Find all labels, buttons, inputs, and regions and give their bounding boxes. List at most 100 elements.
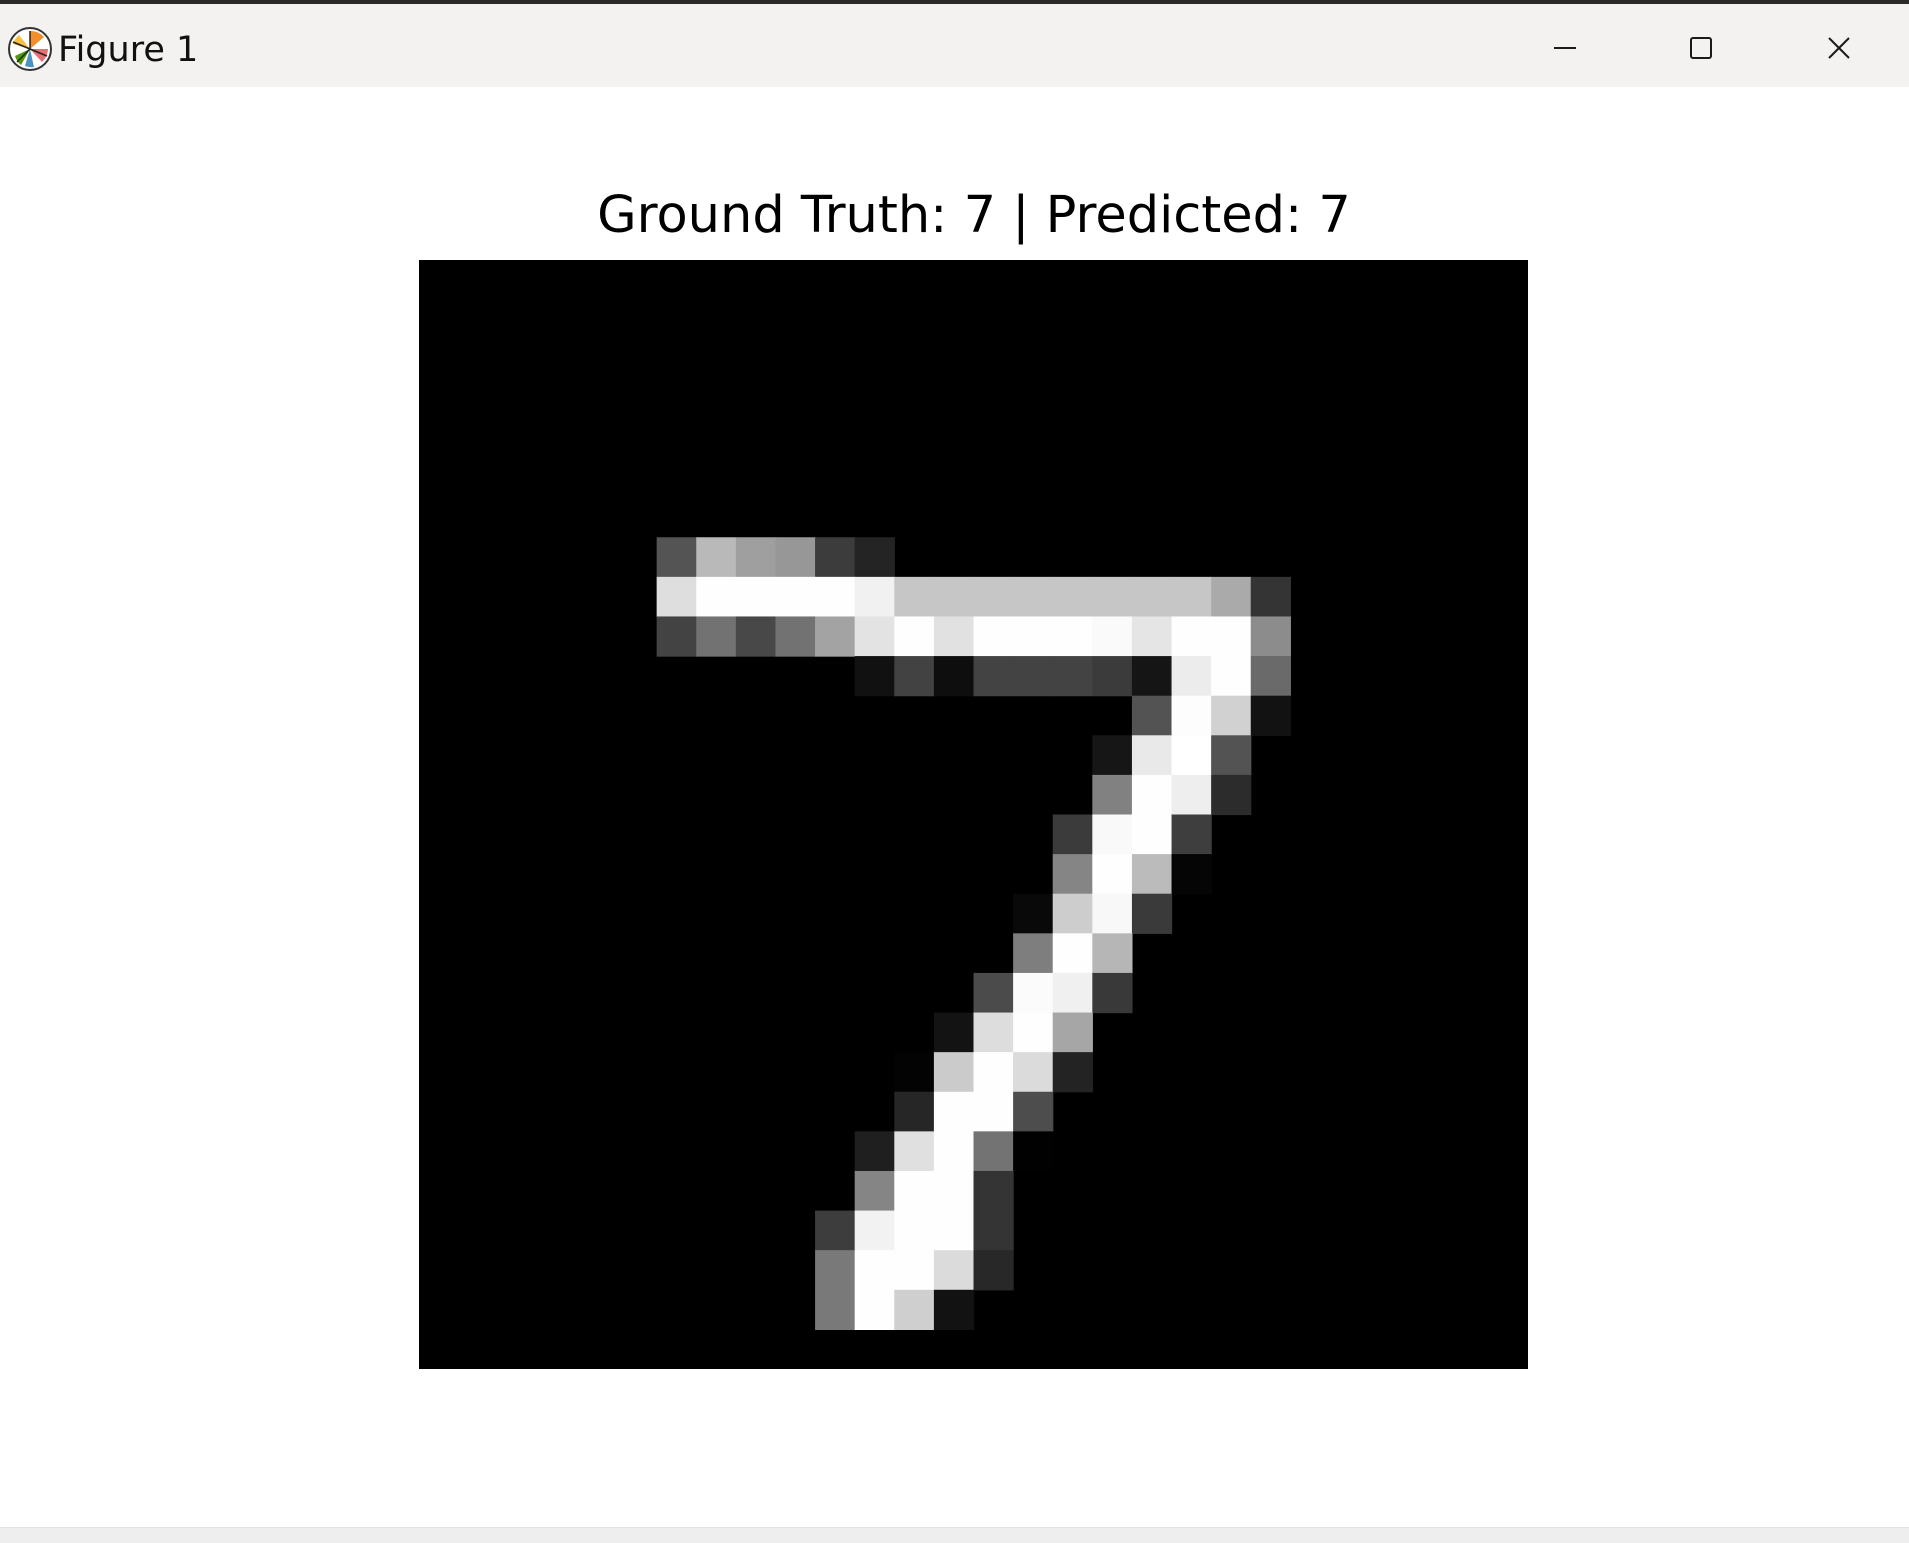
pixel-r25-c12: [894, 1250, 935, 1291]
maximize-button[interactable]: [1633, 12, 1769, 84]
pixel-r8-c20: [1211, 576, 1252, 618]
pixel-r7-c9: [775, 537, 816, 578]
pixel-r13-c19: [1171, 774, 1212, 816]
pixel-r10-c16: [1052, 656, 1093, 697]
pixel-r9-c14: [973, 616, 1014, 657]
pixel-r8-c6: [656, 576, 697, 618]
pixel-r16-c16: [1052, 893, 1093, 934]
pixel-grid: [656, 537, 1291, 1330]
pixel-r26-c13: [933, 1289, 975, 1330]
pixel-r9-c13: [933, 616, 975, 657]
pixel-r7-c7: [696, 537, 737, 578]
pixel-r26-c11: [854, 1289, 895, 1330]
pixel-r9-c8: [735, 616, 777, 657]
pixel-r10-c11: [854, 656, 895, 697]
pixel-r8-c7: [696, 576, 737, 618]
pixel-r8-c19: [1171, 576, 1212, 618]
pixel-r9-c11: [854, 616, 895, 657]
pixel-r9-c21: [1250, 616, 1291, 657]
pixel-r10-c12: [894, 656, 935, 697]
pixel-r13-c18: [1131, 774, 1173, 816]
pixel-r10-c15: [1013, 656, 1054, 697]
pixel-r11-c19: [1171, 695, 1212, 736]
pixel-r9-c17: [1092, 616, 1133, 657]
minimize-button[interactable]: [1497, 12, 1633, 84]
pixel-r26-c10: [815, 1289, 856, 1330]
pixel-r14-c19: [1171, 814, 1212, 855]
pixel-r21-c12: [894, 1091, 935, 1132]
pixel-r16-c17: [1092, 893, 1133, 934]
pixel-r9-c12: [894, 616, 935, 657]
pixel-r8-c18: [1131, 576, 1173, 618]
figure-window: Figure 1 Ground Truth: 7 | Predicted: 7: [0, 0, 1909, 1543]
pixel-r20-c16: [1052, 1052, 1093, 1093]
pixel-r9-c15: [1013, 616, 1054, 657]
pixel-r21-c15: [1013, 1091, 1054, 1132]
title-bar[interactable]: Figure 1: [0, 0, 1909, 87]
pixel-r8-c9: [775, 576, 816, 618]
pixel-r10-c20: [1211, 656, 1252, 697]
minimize-icon: [1554, 47, 1576, 49]
pixel-r14-c18: [1131, 814, 1173, 855]
pixel-r20-c14: [973, 1052, 1014, 1093]
pixel-r10-c14: [973, 656, 1014, 697]
pixel-r23-c11: [854, 1170, 895, 1212]
pixel-r18-c17: [1092, 972, 1133, 1014]
pixel-r24-c14: [973, 1210, 1014, 1251]
pixel-r9-c7: [696, 616, 737, 657]
pixel-r8-c13: [933, 576, 975, 618]
pixel-r9-c9: [775, 616, 816, 657]
pixel-r10-c19: [1171, 656, 1212, 697]
close-icon: [1828, 37, 1850, 59]
pixel-r9-c6: [656, 616, 697, 657]
pixel-r22-c15: [1013, 1131, 1054, 1172]
pixel-r21-c13: [933, 1091, 975, 1132]
pixel-r10-c13: [933, 656, 975, 697]
pixel-r8-c15: [1013, 576, 1054, 618]
pixel-r19-c15: [1013, 1012, 1054, 1053]
pixel-r8-c8: [735, 576, 777, 618]
pixel-r9-c16: [1052, 616, 1093, 657]
pixel-r10-c17: [1092, 656, 1133, 697]
pixel-r9-c20: [1211, 616, 1252, 657]
pixel-r23-c12: [894, 1170, 935, 1212]
pixel-r11-c20: [1211, 695, 1252, 736]
pixel-r13-c17: [1092, 774, 1133, 816]
pixel-r11-c21: [1250, 695, 1291, 736]
pixel-r22-c13: [933, 1131, 975, 1172]
pixel-r8-c17: [1092, 576, 1133, 618]
pixel-r7-c10: [815, 537, 856, 578]
pixel-r8-c14: [973, 576, 1014, 618]
pixel-r12-c19: [1171, 735, 1212, 776]
pixel-r19-c13: [933, 1012, 975, 1053]
pixel-r10-c18: [1131, 656, 1173, 697]
status-bar: [0, 1527, 1909, 1543]
pixel-r8-c16: [1052, 576, 1093, 618]
pixel-r15-c17: [1092, 854, 1133, 895]
pixel-r21-c14: [973, 1091, 1014, 1132]
pixel-r14-c17: [1092, 814, 1133, 855]
pixel-r15-c18: [1131, 854, 1173, 895]
pixel-r12-c17: [1092, 735, 1133, 776]
pixel-r24-c13: [933, 1210, 975, 1251]
maximize-icon: [1690, 37, 1712, 59]
pixel-r14-c16: [1052, 814, 1093, 855]
close-button[interactable]: [1771, 12, 1907, 84]
pixel-r8-c12: [894, 576, 935, 618]
pixel-r12-c20: [1211, 735, 1252, 776]
pixel-r17-c15: [1013, 933, 1054, 974]
pixel-r16-c15: [1013, 893, 1054, 934]
pixel-r22-c14: [973, 1131, 1014, 1172]
pixel-r20-c15: [1013, 1052, 1054, 1093]
pixel-r24-c12: [894, 1210, 935, 1251]
pixel-r7-c8: [735, 537, 777, 578]
pixel-r9-c19: [1171, 616, 1212, 657]
plot-title: Ground Truth: 7 | Predicted: 7: [597, 186, 1351, 245]
pixel-r22-c11: [854, 1131, 895, 1172]
pixel-r19-c14: [973, 1012, 1014, 1053]
pixel-r25-c13: [933, 1250, 975, 1291]
pixel-r15-c16: [1052, 854, 1093, 895]
pixel-r18-c14: [973, 972, 1014, 1014]
pixel-r18-c16: [1052, 972, 1093, 1014]
digit-image: [419, 260, 1528, 1369]
